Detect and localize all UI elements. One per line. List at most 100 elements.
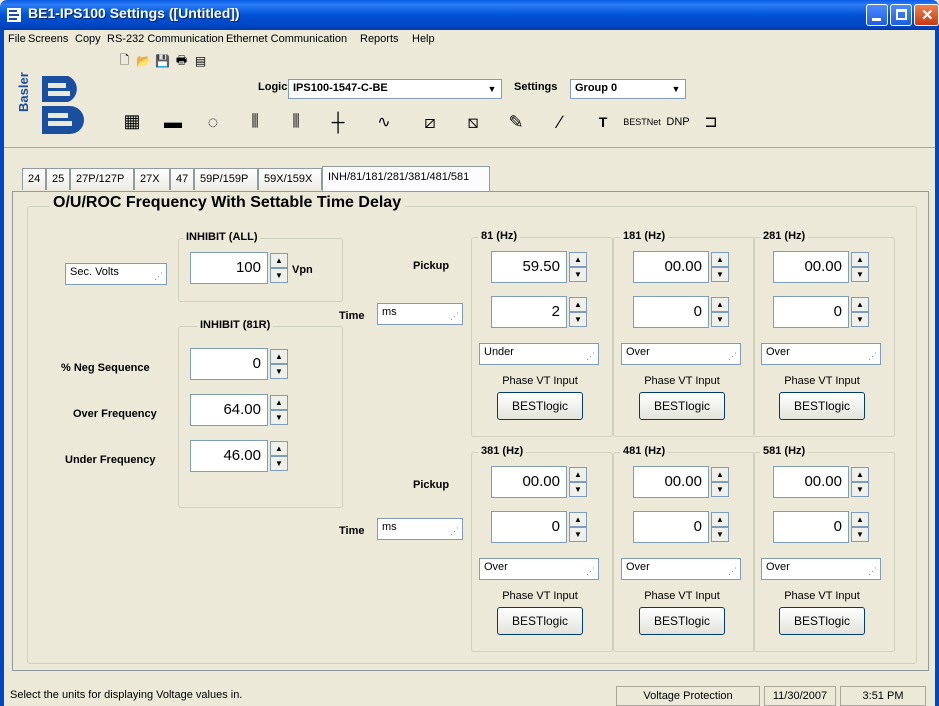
phase-icon[interactable]: ┼: [318, 106, 358, 138]
spinner-buttons[interactable]: ▲ ▼: [569, 512, 587, 542]
bestlogic-button[interactable]: BESTlogic: [779, 392, 865, 420]
spinner-buttons[interactable]: ▲ ▼: [270, 441, 288, 471]
spinner-buttons[interactable]: ▲ ▼: [851, 252, 869, 282]
bestlogic-button[interactable]: BESTlogic: [639, 607, 725, 635]
spinner-buttons[interactable]: ▲ ▼: [270, 349, 288, 379]
io-contact-icon[interactable]: ◌: [195, 106, 231, 138]
spin-down-icon[interactable]: ▼: [569, 267, 587, 282]
spin-up-icon[interactable]: ▲: [851, 297, 869, 312]
spin-down-icon[interactable]: ▼: [270, 268, 288, 283]
bestnet-button[interactable]: BESTNet: [621, 108, 663, 136]
spin-down-icon[interactable]: ▼: [711, 312, 729, 327]
spinner-buttons[interactable]: ▲ ▼: [711, 297, 729, 327]
spinner-buttons[interactable]: ▲ ▼: [711, 252, 729, 282]
mode-select[interactable]: Over ⋰: [621, 558, 741, 580]
settings-group-select[interactable]: Group 0 ▼: [570, 79, 686, 99]
spin-up-icon[interactable]: ▲: [270, 349, 288, 364]
spin-up-icon[interactable]: ▲: [711, 252, 729, 267]
pickup-input[interactable]: 00.00: [491, 466, 567, 498]
spin-down-icon[interactable]: ▼: [569, 312, 587, 327]
spin-down-icon[interactable]: ▼: [270, 410, 288, 425]
spinner-buttons[interactable]: ▲ ▼: [569, 297, 587, 327]
plug-icon[interactable]: ⊐: [694, 108, 728, 136]
timer-icon[interactable]: ⧅: [454, 106, 492, 138]
spinner-buttons[interactable]: ▲ ▼: [851, 512, 869, 542]
spin-up-icon[interactable]: ▲: [569, 297, 587, 312]
spin-down-icon[interactable]: ▼: [851, 527, 869, 542]
over-freq-input[interactable]: 64.00: [190, 394, 268, 426]
bestlogic-button[interactable]: BESTlogic: [639, 392, 725, 420]
spinner-buttons[interactable]: ▲ ▼: [851, 297, 869, 327]
spin-down-icon[interactable]: ▼: [711, 527, 729, 542]
relay-icon[interactable]: ▬: [156, 110, 190, 134]
pickup-input[interactable]: 00.00: [773, 466, 849, 498]
spin-up-icon[interactable]: ▲: [851, 252, 869, 267]
spin-down-icon[interactable]: ▼: [270, 456, 288, 471]
pickup-input[interactable]: 00.00: [633, 251, 709, 283]
spin-down-icon[interactable]: ▼: [569, 482, 587, 497]
spin-up-icon[interactable]: ▲: [569, 512, 587, 527]
tab-47[interactable]: 47: [170, 168, 194, 190]
spin-down-icon[interactable]: ▼: [569, 527, 587, 542]
spin-down-icon[interactable]: ▼: [711, 267, 729, 282]
tab-25[interactable]: 25: [46, 168, 70, 190]
time-delay-input[interactable]: 2: [491, 296, 567, 328]
spinner-buttons[interactable]: ▲ ▼: [270, 395, 288, 425]
spin-up-icon[interactable]: ▲: [711, 297, 729, 312]
spin-up-icon[interactable]: ▲: [569, 252, 587, 267]
inhibit-all-input[interactable]: 100: [190, 252, 268, 284]
tab-59p-159p[interactable]: 59P/159P: [194, 168, 258, 190]
spinner-buttons[interactable]: ▲ ▼: [711, 467, 729, 497]
spin-down-icon[interactable]: ▼: [711, 482, 729, 497]
spinner-buttons[interactable]: ▲ ▼: [270, 253, 288, 283]
spin-up-icon[interactable]: ▲: [851, 467, 869, 482]
spinner-buttons[interactable]: ▲ ▼: [569, 252, 587, 282]
save-icon[interactable]: 💾: [153, 52, 172, 70]
properties-icon[interactable]: ▤: [191, 52, 210, 70]
bestlogic-button[interactable]: BESTlogic: [497, 607, 583, 635]
time-units-bottom-select[interactable]: ms ⋰: [377, 518, 463, 540]
grid-icon[interactable]: ▦: [112, 106, 152, 136]
under-freq-input[interactable]: 46.00: [190, 440, 268, 472]
bestlogic-button[interactable]: BESTlogic: [779, 607, 865, 635]
menu-copy[interactable]: Copy: [75, 33, 101, 45]
time-units-top-select[interactable]: ms ⋰: [377, 303, 463, 325]
maximize-button[interactable]: [890, 4, 912, 26]
voltage-icon[interactable]: ⫼: [278, 106, 314, 138]
dnp-button[interactable]: DNP: [663, 108, 693, 136]
time-delay-input[interactable]: 0: [773, 511, 849, 543]
spin-up-icon[interactable]: ▲: [270, 441, 288, 456]
breaker-icon[interactable]: ⧄: [410, 106, 450, 138]
spin-up-icon[interactable]: ▲: [270, 253, 288, 268]
close-button[interactable]: ✕: [914, 4, 939, 26]
spin-up-icon[interactable]: ▲: [711, 467, 729, 482]
mode-select[interactable]: Over ⋰: [621, 343, 741, 365]
time-delay-input[interactable]: 0: [633, 511, 709, 543]
menu-rs232[interactable]: RS-232 Communication: [107, 33, 224, 45]
pickup-input[interactable]: 59.50: [491, 251, 567, 283]
new-file-icon[interactable]: 🗋: [115, 52, 134, 70]
tab-inh-81[interactable]: INH/81/181/281/381/481/581: [322, 166, 490, 191]
spin-down-icon[interactable]: ▼: [851, 267, 869, 282]
menu-ethernet[interactable]: Ethernet Communication: [226, 33, 347, 45]
tc-icon[interactable]: T: [586, 108, 620, 136]
time-delay-input[interactable]: 0: [491, 511, 567, 543]
spin-up-icon[interactable]: ▲: [711, 512, 729, 527]
open-folder-icon[interactable]: 📂: [134, 52, 153, 70]
spin-up-icon[interactable]: ▲: [569, 467, 587, 482]
logic-select[interactable]: IPS100-1547-C-BE ▼: [288, 79, 502, 99]
tab-59x-159x[interactable]: 59X/159X: [258, 168, 322, 190]
spin-down-icon[interactable]: ▼: [851, 312, 869, 327]
pickup-input[interactable]: 00.00: [633, 466, 709, 498]
menu-reports[interactable]: Reports: [360, 33, 399, 45]
spinner-buttons[interactable]: ▲ ▼: [711, 512, 729, 542]
current-zero-icon[interactable]: ∕: [540, 106, 580, 138]
spin-up-icon[interactable]: ▲: [851, 512, 869, 527]
tab-24[interactable]: 24: [22, 168, 46, 190]
mode-select[interactable]: Under ⋰: [479, 343, 599, 365]
current-icon[interactable]: ⫼: [236, 106, 274, 138]
pickup-input[interactable]: 00.00: [773, 251, 849, 283]
menu-file[interactable]: File: [8, 33, 26, 45]
menu-screens[interactable]: Screens: [28, 33, 68, 45]
waveform-icon[interactable]: ∿: [362, 106, 406, 138]
